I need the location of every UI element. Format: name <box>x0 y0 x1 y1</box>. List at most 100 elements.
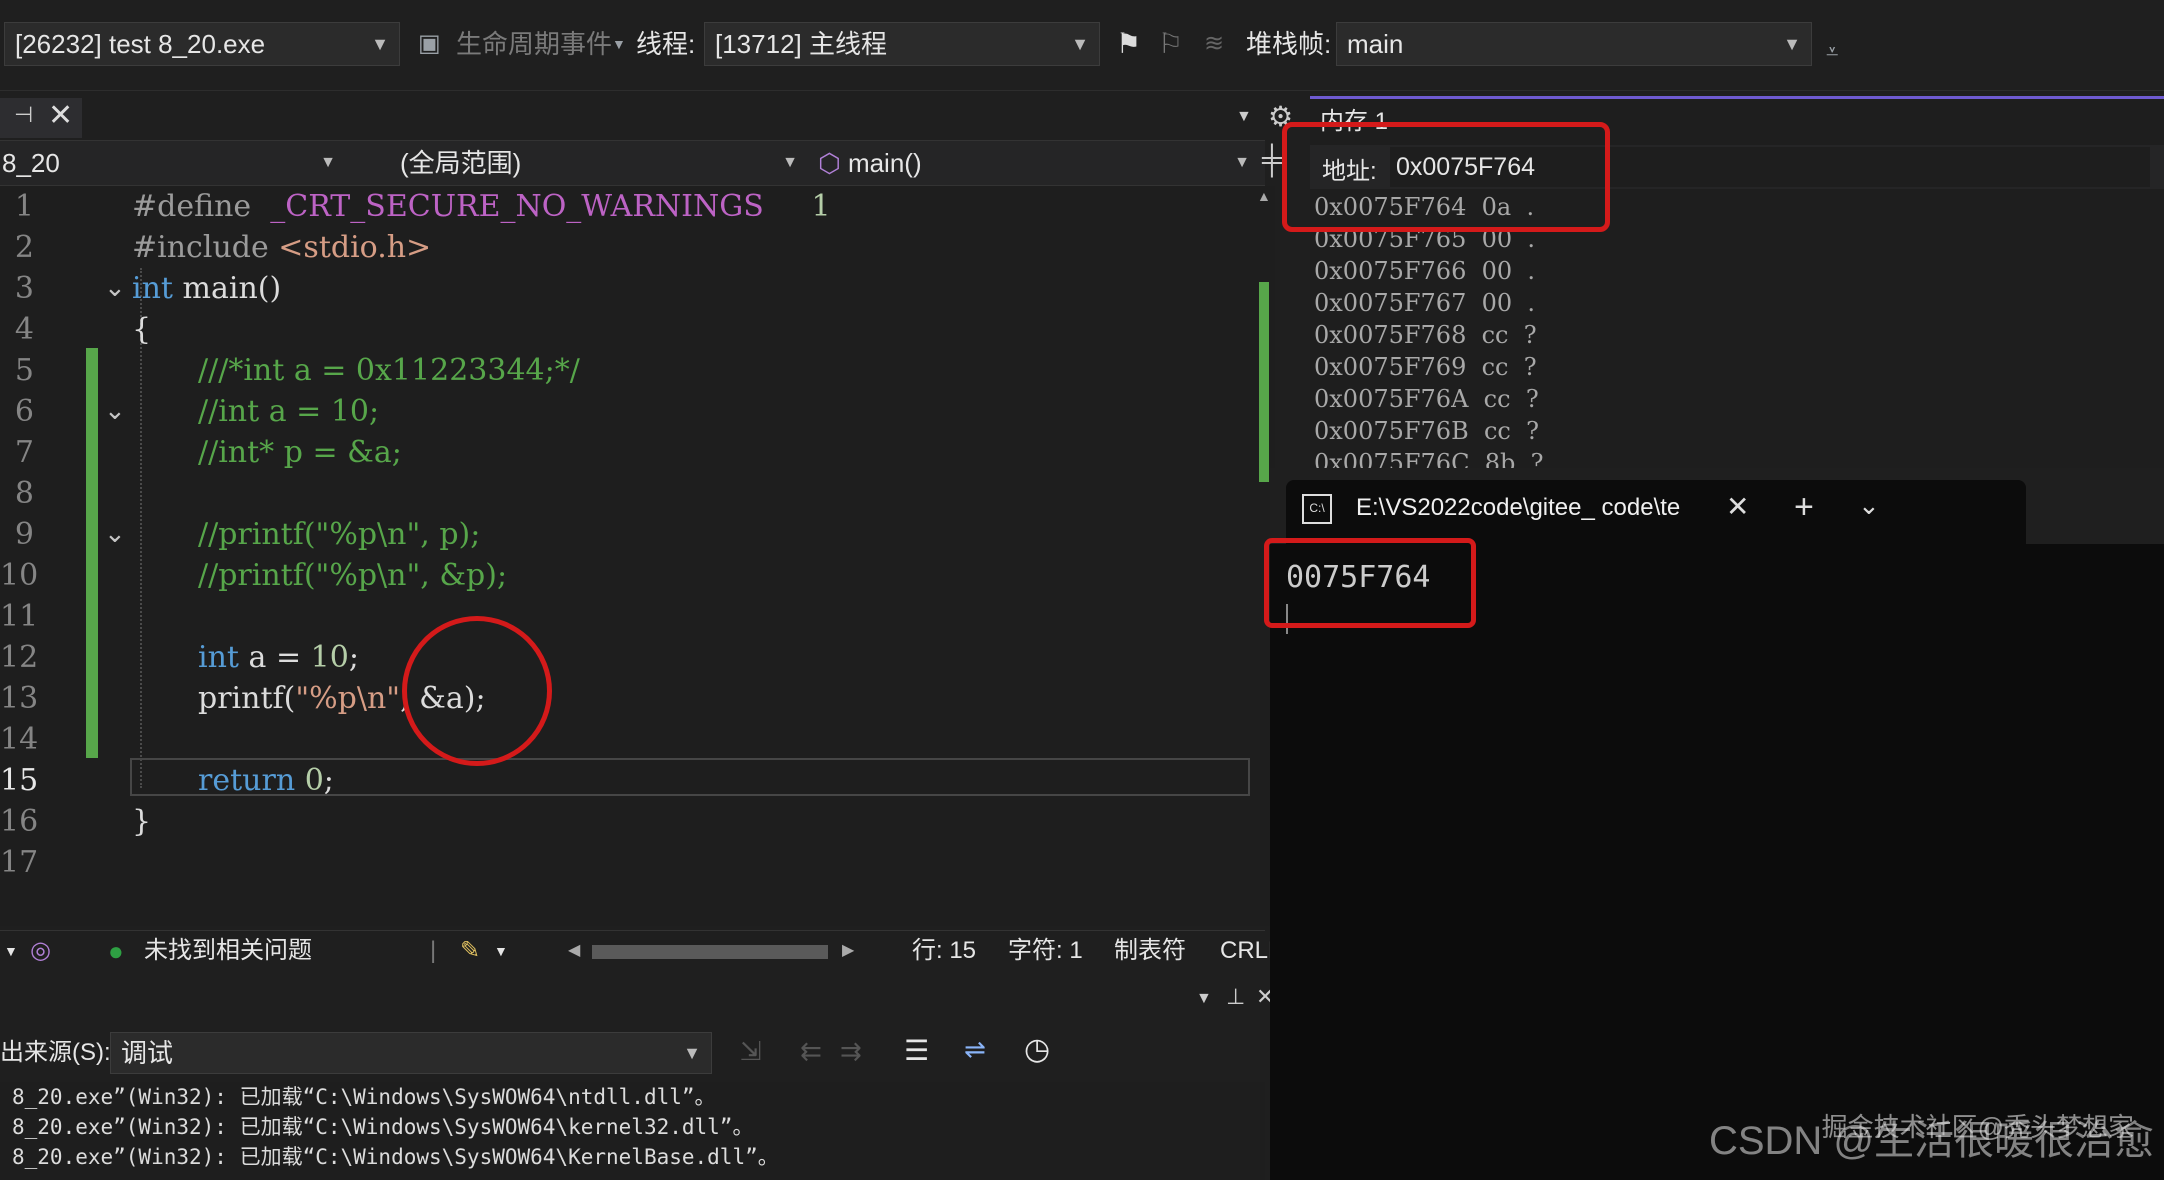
file-scope-dropdown[interactable]: 8_20 ▼ <box>2 141 348 185</box>
tab-stub[interactable]: ⊣ ✕ <box>0 98 82 138</box>
output-panel-header: ▼ ⊥ ✕ <box>0 980 1274 1020</box>
word-wrap-icon[interactable]: ⇌ <box>964 1034 986 1065</box>
check-circle-icon: ● <box>108 936 124 966</box>
debug-toolbar: [26232] test 8_20.exe ▼ ▣ 生命周期事件 ▼ 线程: [… <box>0 0 2164 91</box>
memory-address: 0x0075F768 <box>1314 321 1467 349</box>
scroll-left-icon[interactable]: ◀ <box>568 931 580 971</box>
new-tab-icon[interactable]: + <box>1794 488 1814 527</box>
find-message-icon[interactable]: ⇲ <box>740 1036 762 1067</box>
previous-message-icon[interactable]: ⇇ <box>800 1036 822 1067</box>
fold-chevron-icon[interactable]: ⌄ <box>104 391 126 432</box>
editor-status-bar: ▼ ◎ ● 未找到相关问题 | ✎ ▼ ◀ ▶ 行: 15 字符: 1 制表符 … <box>0 930 1283 971</box>
thread-select[interactable]: [13712] 主线程 ▼ <box>704 22 1100 66</box>
memory-hex: 00 <box>1481 257 1513 285</box>
line-number: 5 <box>14 353 34 388</box>
scroll-up-icon[interactable]: ▲ <box>1257 188 1271 204</box>
console-tab-bar: C:\ E:\VS2022code\gitee_ code\te ✕ + ⌄ <box>1270 468 2164 544</box>
code-token: ; <box>348 640 359 675</box>
flag-icon[interactable]: ⚑ <box>1116 22 1141 66</box>
scroll-right-icon[interactable]: ▶ <box>842 931 854 971</box>
memory-address: 0x0075F767 <box>1314 289 1467 317</box>
issues-status[interactable]: 未找到相关问题 <box>144 931 312 971</box>
code-editor[interactable]: 1 #define _CRT_SECURE_NO_WARNINGS 1 2 #inc… <box>0 186 1265 926</box>
function-dropdown[interactable]: ⬡ main() ▼ <box>818 141 1252 185</box>
memory-hex: cc <box>1481 321 1509 349</box>
code-token: { <box>132 312 152 347</box>
cursor-column[interactable]: 字符: 1 <box>1008 931 1083 971</box>
memory-hex: 00 <box>1481 289 1513 317</box>
console-tab-title: E:\VS2022code\gitee_ code\te <box>1356 494 1681 521</box>
separator: | <box>430 937 437 964</box>
cursor-row[interactable]: 行: 15 <box>912 931 976 971</box>
overflow-icon[interactable]: ⩡ <box>1826 30 1838 74</box>
chevron-down-icon: ▼ <box>612 36 626 52</box>
code-token: 10 <box>310 640 349 675</box>
line-number: 9 <box>14 517 34 552</box>
line-number: 13 <box>0 681 39 716</box>
fold-chevron-icon[interactable]: ⌄ <box>104 268 126 309</box>
code-token: 1 <box>811 189 831 224</box>
line-number: 10 <box>0 558 39 593</box>
code-token: printf( <box>198 681 296 716</box>
chevron-down-icon[interactable]: ▼ <box>1196 990 1212 1008</box>
clock-icon[interactable]: ◷ <box>1024 1032 1050 1067</box>
process-select[interactable]: [26232] test 8_20.exe ▼ <box>4 22 400 66</box>
memory-hex: cc <box>1483 417 1511 445</box>
output-line: 8_20.exe”(Win32): 已加载“C:\Windows\SysWOW6… <box>12 1145 779 1169</box>
stack-icon[interactable]: ≋ <box>1204 22 1224 66</box>
annotation-box-console-output <box>1264 538 1476 628</box>
editor-tab-header: ⊣ ✕ ▼ <box>0 98 1265 138</box>
fold-chevron-icon[interactable]: ⌄ <box>104 514 126 555</box>
memory-row: 0x0075F769 cc ? <box>1314 351 1537 383</box>
line-number: 7 <box>14 435 34 470</box>
chevron-down-icon[interactable]: ▼ <box>4 931 18 971</box>
line-number: 2 <box>14 230 34 265</box>
close-icon[interactable]: ✕ <box>1726 490 1749 523</box>
cleanup-icon[interactable]: ✎ <box>460 931 480 971</box>
line-number-current: 15 <box>0 763 39 798</box>
output-source-value: 调试 <box>121 1038 174 1068</box>
global-scope-label: (全局范围) <box>400 148 522 178</box>
thread-flags-icon[interactable]: ⚐ <box>1158 22 1183 66</box>
pin-icon[interactable]: ⊣ <box>14 102 33 128</box>
memory-char: ? <box>1523 321 1537 349</box>
code-token: //printf("%p\n", p); <box>198 517 481 552</box>
file-scope-label: 8_20 <box>2 148 60 178</box>
code-token: //int a = 10; <box>198 394 380 429</box>
memory-char: ? <box>1523 353 1537 381</box>
code-token: #define <box>132 189 252 224</box>
split-icon[interactable]: ╪ <box>1262 144 1282 176</box>
console-tab[interactable]: C:\ E:\VS2022code\gitee_ code\te ✕ <box>1286 480 2026 544</box>
copilot-icon[interactable]: ◎ <box>30 931 51 971</box>
line-number: 3 <box>14 271 34 306</box>
lifecycle-events-button[interactable]: 生命周期事件 <box>456 22 612 66</box>
editor-navigation-bar: 8_20 ▼ (全局范围) ▼ ⬡ main() ▼ <box>0 140 1265 186</box>
code-token: return <box>198 763 296 798</box>
close-icon[interactable]: ✕ <box>48 98 73 133</box>
output-log[interactable]: 8_20.exe”(Win32): 已加载“C:\Windows\SysWOW6… <box>0 1082 1265 1180</box>
annotation-box-memory-address <box>1282 122 1610 232</box>
chevron-down-icon: ▼ <box>782 154 798 171</box>
horizontal-scrollbar-thumb[interactable] <box>592 945 828 959</box>
indent-mode[interactable]: 制表符 <box>1114 931 1186 971</box>
code-token: //printf("%p\n", &p); <box>198 558 508 593</box>
stack-frame-select[interactable]: main ▼ <box>1336 22 1812 66</box>
pin-icon[interactable]: ⊥ <box>1226 984 1245 1010</box>
global-scope-dropdown[interactable]: (全局范围) ▼ <box>400 141 800 185</box>
next-message-icon[interactable]: ⇉ <box>840 1036 862 1067</box>
memory-char: . <box>1527 289 1536 317</box>
clear-all-icon[interactable]: ☰ <box>904 1034 929 1067</box>
annotation-circle <box>402 616 552 766</box>
line-number: 4 <box>14 312 34 347</box>
code-token: int <box>198 640 239 675</box>
scrollbar-change-marker <box>1259 282 1269 482</box>
line-number: 8 <box>14 476 34 511</box>
chevron-down-icon: ▼ <box>371 34 389 54</box>
chevron-down-icon[interactable]: ⌄ <box>1858 490 1880 521</box>
memory-char: . <box>1527 257 1536 285</box>
memory-row: 0x0075F768 cc ? <box>1314 319 1537 351</box>
chevron-down-icon[interactable]: ▼ <box>494 931 508 971</box>
chevron-down-icon[interactable]: ▼ <box>1236 108 1252 126</box>
output-source-select[interactable]: 调试 ▼ <box>110 1032 712 1074</box>
line-number: 11 <box>0 599 39 634</box>
